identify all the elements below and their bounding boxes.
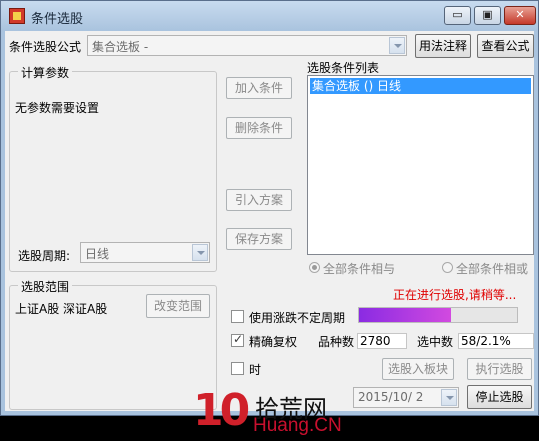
title-bar[interactable]: 条件选股 ▭ ▣ ✕: [1, 1, 538, 31]
selection-progress-bar: [358, 307, 518, 323]
uncertain-period-checkbox[interactable]: [231, 310, 244, 323]
list-item[interactable]: 集合选板 () 日线: [310, 78, 531, 94]
save-scheme-button[interactable]: 保存方案: [226, 228, 292, 250]
chevron-down-icon[interactable]: [441, 389, 457, 406]
usage-notes-button[interactable]: 用法注释: [415, 34, 471, 58]
maximize-button[interactable]: ▣: [474, 6, 501, 25]
window-title: 条件选股: [31, 12, 84, 27]
calc-params-group: 计算参数 无参数需要设置 选股周期: 日线: [9, 64, 217, 272]
status-message: 正在进行选股,请稍等...: [393, 288, 517, 302]
formula-select-value: 集合选板 -: [92, 40, 149, 54]
watermark-latin: Huang.CN: [253, 415, 342, 436]
chevron-down-icon[interactable]: [389, 37, 405, 54]
period-select[interactable]: 日线: [80, 242, 210, 263]
all-or-label: 全部条件相或: [456, 262, 529, 276]
add-condition-button[interactable]: 加入条件: [226, 77, 292, 99]
time-condition-label: 时: [249, 363, 262, 377]
precise-rights-label: 精确复权: [249, 335, 298, 349]
app-icon: [9, 8, 25, 24]
view-formula-button[interactable]: 查看公式: [477, 34, 534, 58]
to-block-button[interactable]: 选股入板块: [382, 358, 454, 380]
condition-stock-selection-window: 条件选股 ▭ ▣ ✕ 条件选股公式 集合选板 - 用法注释 查看公式 计算参数 …: [0, 0, 539, 436]
chevron-down-icon[interactable]: [192, 244, 208, 261]
formula-select[interactable]: 集合选板 -: [87, 35, 407, 56]
selection-progress-fill: [359, 308, 451, 322]
all-and-radio[interactable]: [309, 262, 320, 273]
uncertain-period-label: 使用涨跌不定周期: [249, 311, 346, 325]
selected-label: 选中数: [417, 335, 454, 349]
condition-list[interactable]: 集合选板 () 日线: [307, 75, 534, 255]
close-button[interactable]: ✕: [504, 6, 536, 25]
calc-params-title: 计算参数: [18, 64, 73, 81]
period-select-value: 日线: [85, 247, 110, 261]
dialog-body: 条件选股公式 集合选板 - 用法注释 查看公式 计算参数 无参数需要设置 选股周…: [5, 31, 534, 436]
scope-title: 选股范围: [18, 278, 73, 295]
formula-label: 条件选股公式: [9, 40, 82, 54]
scope-group: 选股范围 上证A股 深证A股 改变范围: [9, 278, 217, 410]
time-condition-checkbox[interactable]: [231, 362, 244, 375]
change-scope-button[interactable]: 改变范围: [146, 294, 210, 318]
watermark-number: 10: [193, 385, 250, 436]
condition-list-title: 选股条件列表: [307, 61, 380, 75]
selected-value: 58/2.1%: [458, 333, 534, 349]
all-and-label: 全部条件相与: [323, 262, 396, 276]
import-scheme-button[interactable]: 引入方案: [226, 189, 292, 211]
count-value: 2780: [357, 333, 407, 349]
delete-condition-button[interactable]: 删除条件: [226, 117, 292, 139]
stop-selection-button[interactable]: 停止选股: [467, 385, 532, 409]
minimize-button[interactable]: ▭: [444, 6, 471, 25]
precise-rights-checkbox[interactable]: [231, 332, 244, 347]
date-value: 2015/10/ 2: [358, 390, 424, 404]
run-selection-button[interactable]: 执行选股: [467, 358, 532, 380]
count-label: 品种数: [318, 335, 355, 349]
date-picker[interactable]: 2015/10/ 2: [353, 387, 459, 408]
period-label: 选股周期:: [18, 249, 71, 263]
all-or-radio[interactable]: [442, 262, 453, 273]
no-params-message: 无参数需要设置: [15, 101, 100, 115]
scope-value: 上证A股 深证A股: [15, 302, 108, 316]
watermark-logo: 10 拾荒网 Huang.CN: [193, 385, 353, 441]
